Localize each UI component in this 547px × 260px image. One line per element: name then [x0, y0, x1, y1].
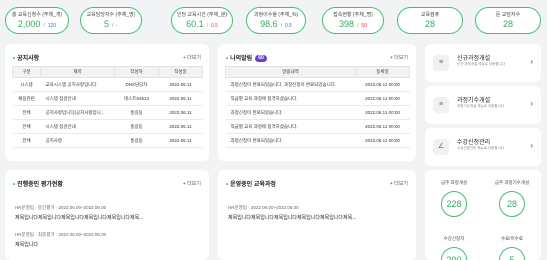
- quick-link-title: 수강신청관리: [457, 140, 491, 146]
- courses-panel: • 운영중인 교육과정 + 더보기 HR문영팀 · 2022.06.00~2022…: [218, 170, 416, 260]
- summary-stat: 수료/미수료 5: [483, 236, 541, 260]
- column-header: 등록일: [355, 66, 410, 78]
- bullet-icon: •: [226, 56, 229, 62]
- table-row[interactable]: 시스템 교육시스템 공지사항입니다. DNS담당자 2022.06.11: [12, 77, 203, 92]
- stat-value: 5: [103, 19, 109, 29]
- evaluation-title: 진행중인 평가현황: [17, 182, 63, 188]
- notice-table: 구분 제목 작성자 작성일 시스템 교육시스템 공지사항입니다. DNS담당자 202…: [12, 66, 203, 148]
- column-header: 구분: [12, 66, 41, 78]
- value-ring: 5: [499, 247, 525, 260]
- table-row[interactable]: 직급별 교육 과정에 합격하셨습니다. 2022.06.11 00:00: [225, 91, 410, 106]
- evaluation-more-link[interactable]: + 더보기: [183, 180, 201, 187]
- list-icon: ≡: [433, 97, 449, 113]
- list-icon: ≡: [433, 55, 449, 71]
- column-header: 제목: [40, 66, 115, 78]
- stat-value: 28: [424, 19, 435, 29]
- stat-label: 과정이수율 (주체_%): [253, 12, 299, 18]
- table-row[interactable]: 전체 공지사항 홍길동 2022.06.11: [12, 133, 203, 148]
- table-row[interactable]: 과정신청이 완료되었습니다. 2022.06.11 00:00: [225, 105, 410, 120]
- stat-delta: 0.5: [284, 23, 292, 29]
- stat-education-computer: 교육컴퓨 28: [397, 7, 463, 34]
- messages-more-link[interactable]: + 더보기: [390, 54, 408, 61]
- messages-title: 나의알림: [230, 56, 253, 62]
- table-header-row: 구분 제목 작성자 작성일: [12, 66, 203, 78]
- quick-link-course-term[interactable]: ≡ 과정기수개설 과정기수개설 메뉴로 이동합니다 ›: [425, 86, 541, 124]
- summary-stat: 수강신청자 200: [425, 236, 483, 260]
- list-item[interactable]: HR문영팀 · 최종평가 · 2022.06.00~2022.06.00 제목입…: [15, 232, 106, 248]
- value-ring: 200: [441, 247, 467, 260]
- chevron-right-icon: ›: [530, 99, 533, 108]
- stat-delta: 50: [361, 23, 367, 29]
- stat-label: 총 교육신청수 (주체_개): [11, 12, 63, 18]
- column-header: 작성자: [114, 66, 159, 78]
- stat-delta: -: [116, 23, 119, 29]
- stat-label: 문 교담자수: [495, 12, 521, 18]
- quick-link-enrollment[interactable]: ∠ 수강신청관리 수강신청관리 메뉴로 이동합니다 ›: [425, 128, 541, 166]
- table-row[interactable]: 채용관련 시스템 점검안내 테스트53513 2022.06.11: [12, 91, 203, 106]
- quick-link-desc: 신규 과정개설 메뉴로 이동합니다: [457, 62, 505, 66]
- messages-table: 알림내역 등록일 과정신청이 완료되었습니다. 과정신청이 완료되었습니다. 20…: [225, 66, 410, 148]
- table-row[interactable]: 전체 시스템 점검안내 홍길동 2022.06.11: [12, 119, 203, 134]
- stat-staff-count: 문 교담자수 28: [475, 7, 541, 34]
- quick-link-title: 신규과정개설: [457, 56, 491, 62]
- stat-time-per-person: 인당 교육시간 (주체_분) 60.1/0.5: [171, 7, 233, 34]
- bullet-icon: •: [226, 182, 229, 188]
- edit-icon: ∠: [433, 139, 449, 155]
- stat-total-applications: 총 교육신청수 (주체_개) 2,000/120: [5, 7, 69, 34]
- table-header-row: 알림내역 등록일: [225, 66, 410, 78]
- evaluation-panel: • 진행중인 평가현황 + 더보기 HR문영팀 · 중간평가 · 2022.06.…: [5, 170, 209, 260]
- stat-label: 인당 교육시간 (주체_분): [176, 12, 228, 18]
- unread-count-badge: 60: [255, 54, 267, 62]
- stat-label: 교육담당자수 (주체_명): [86, 12, 136, 18]
- stat-label: 교육컴퓨: [420, 12, 440, 18]
- table-row[interactable]: 과정신청이 완료되었습니다. 2022.06.11 00:00: [225, 133, 410, 148]
- quick-link-desc: 과정기수개설 메뉴로 이동합니다: [457, 104, 505, 108]
- stat-value: 28: [502, 19, 513, 29]
- summary-stat: 금주 과정개설 228: [425, 180, 483, 217]
- table-row[interactable]: 과정신청이 완료되었습니다. 과정신청이 완료되었습니다. 2022.06.11 …: [225, 77, 410, 92]
- stat-managers: 교육담당자수 (주체_명) 5/-: [80, 7, 142, 34]
- stat-delta: 0.5: [210, 23, 218, 29]
- chevron-right-icon: ›: [530, 57, 533, 66]
- notice-more-link[interactable]: + 더보기: [183, 54, 201, 61]
- courses-title: 운영중인 교육과정: [230, 182, 276, 188]
- quick-link-title: 과정기수개설: [457, 98, 491, 104]
- weekly-summary-panel: 금주 과정개설 228 금주 과정기수개설 28 수강신청자 200 수료/미수…: [425, 170, 541, 260]
- stat-completion-rate: 과정이수율 (주체_%) 98.6/0.5: [246, 7, 306, 34]
- chevron-right-icon: ›: [530, 141, 533, 150]
- list-item[interactable]: HR문영팀 · 2022.06.00~2022.06.00 제목입니다제목입니다…: [228, 205, 356, 221]
- notice-title: 공지사항: [17, 56, 40, 62]
- quick-link-new-course[interactable]: ≡ 신규과정개설 신규 과정개설 메뉴로 이동합니다 ›: [425, 44, 541, 82]
- notice-panel: • 공지사항 + 더보기 구분 제목 작성자 작성일 시스템 교육시스템 공지사항입…: [5, 44, 209, 161]
- column-header: 작성일: [158, 66, 203, 78]
- value-ring: 28: [499, 191, 525, 217]
- stat-value: 98.6: [260, 19, 278, 29]
- bullet-icon: •: [13, 56, 16, 62]
- stat-value: 60.1: [186, 19, 204, 29]
- summary-stat: 금주 과정기수개설 28: [483, 180, 541, 217]
- table-row[interactable]: 전체 공지사항입니다(공지사항입니... 홍길동 2022.06.11: [12, 105, 203, 120]
- messages-panel: • 나의알림 60 + 더보기 알림내역 등록일 과정신청이 완료되었습니다. 과정…: [218, 44, 416, 161]
- stat-value: 398: [339, 19, 355, 29]
- quick-link-desc: 수강신청관리 메뉴로 이동합니다: [457, 146, 505, 150]
- stat-connections: 접속현황 (주체_명) 398/50: [322, 7, 384, 34]
- value-ring: 228: [441, 191, 467, 217]
- stat-delta: 120: [47, 23, 57, 29]
- stat-label: 접속현황 (주체_명): [333, 12, 373, 18]
- stat-value: 2,000: [17, 19, 41, 29]
- list-item[interactable]: HR문영팀 · 중간평가 · 2022.06.00~2022.06.00 제목입…: [15, 205, 143, 221]
- courses-more-link[interactable]: + 더보기: [390, 180, 408, 187]
- bullet-icon: •: [13, 182, 16, 188]
- column-header: 알림내역: [225, 66, 356, 78]
- table-row[interactable]: 직급별 교육 과정에 합격하셨습니다. 2022.06.11 00:00: [225, 119, 410, 134]
